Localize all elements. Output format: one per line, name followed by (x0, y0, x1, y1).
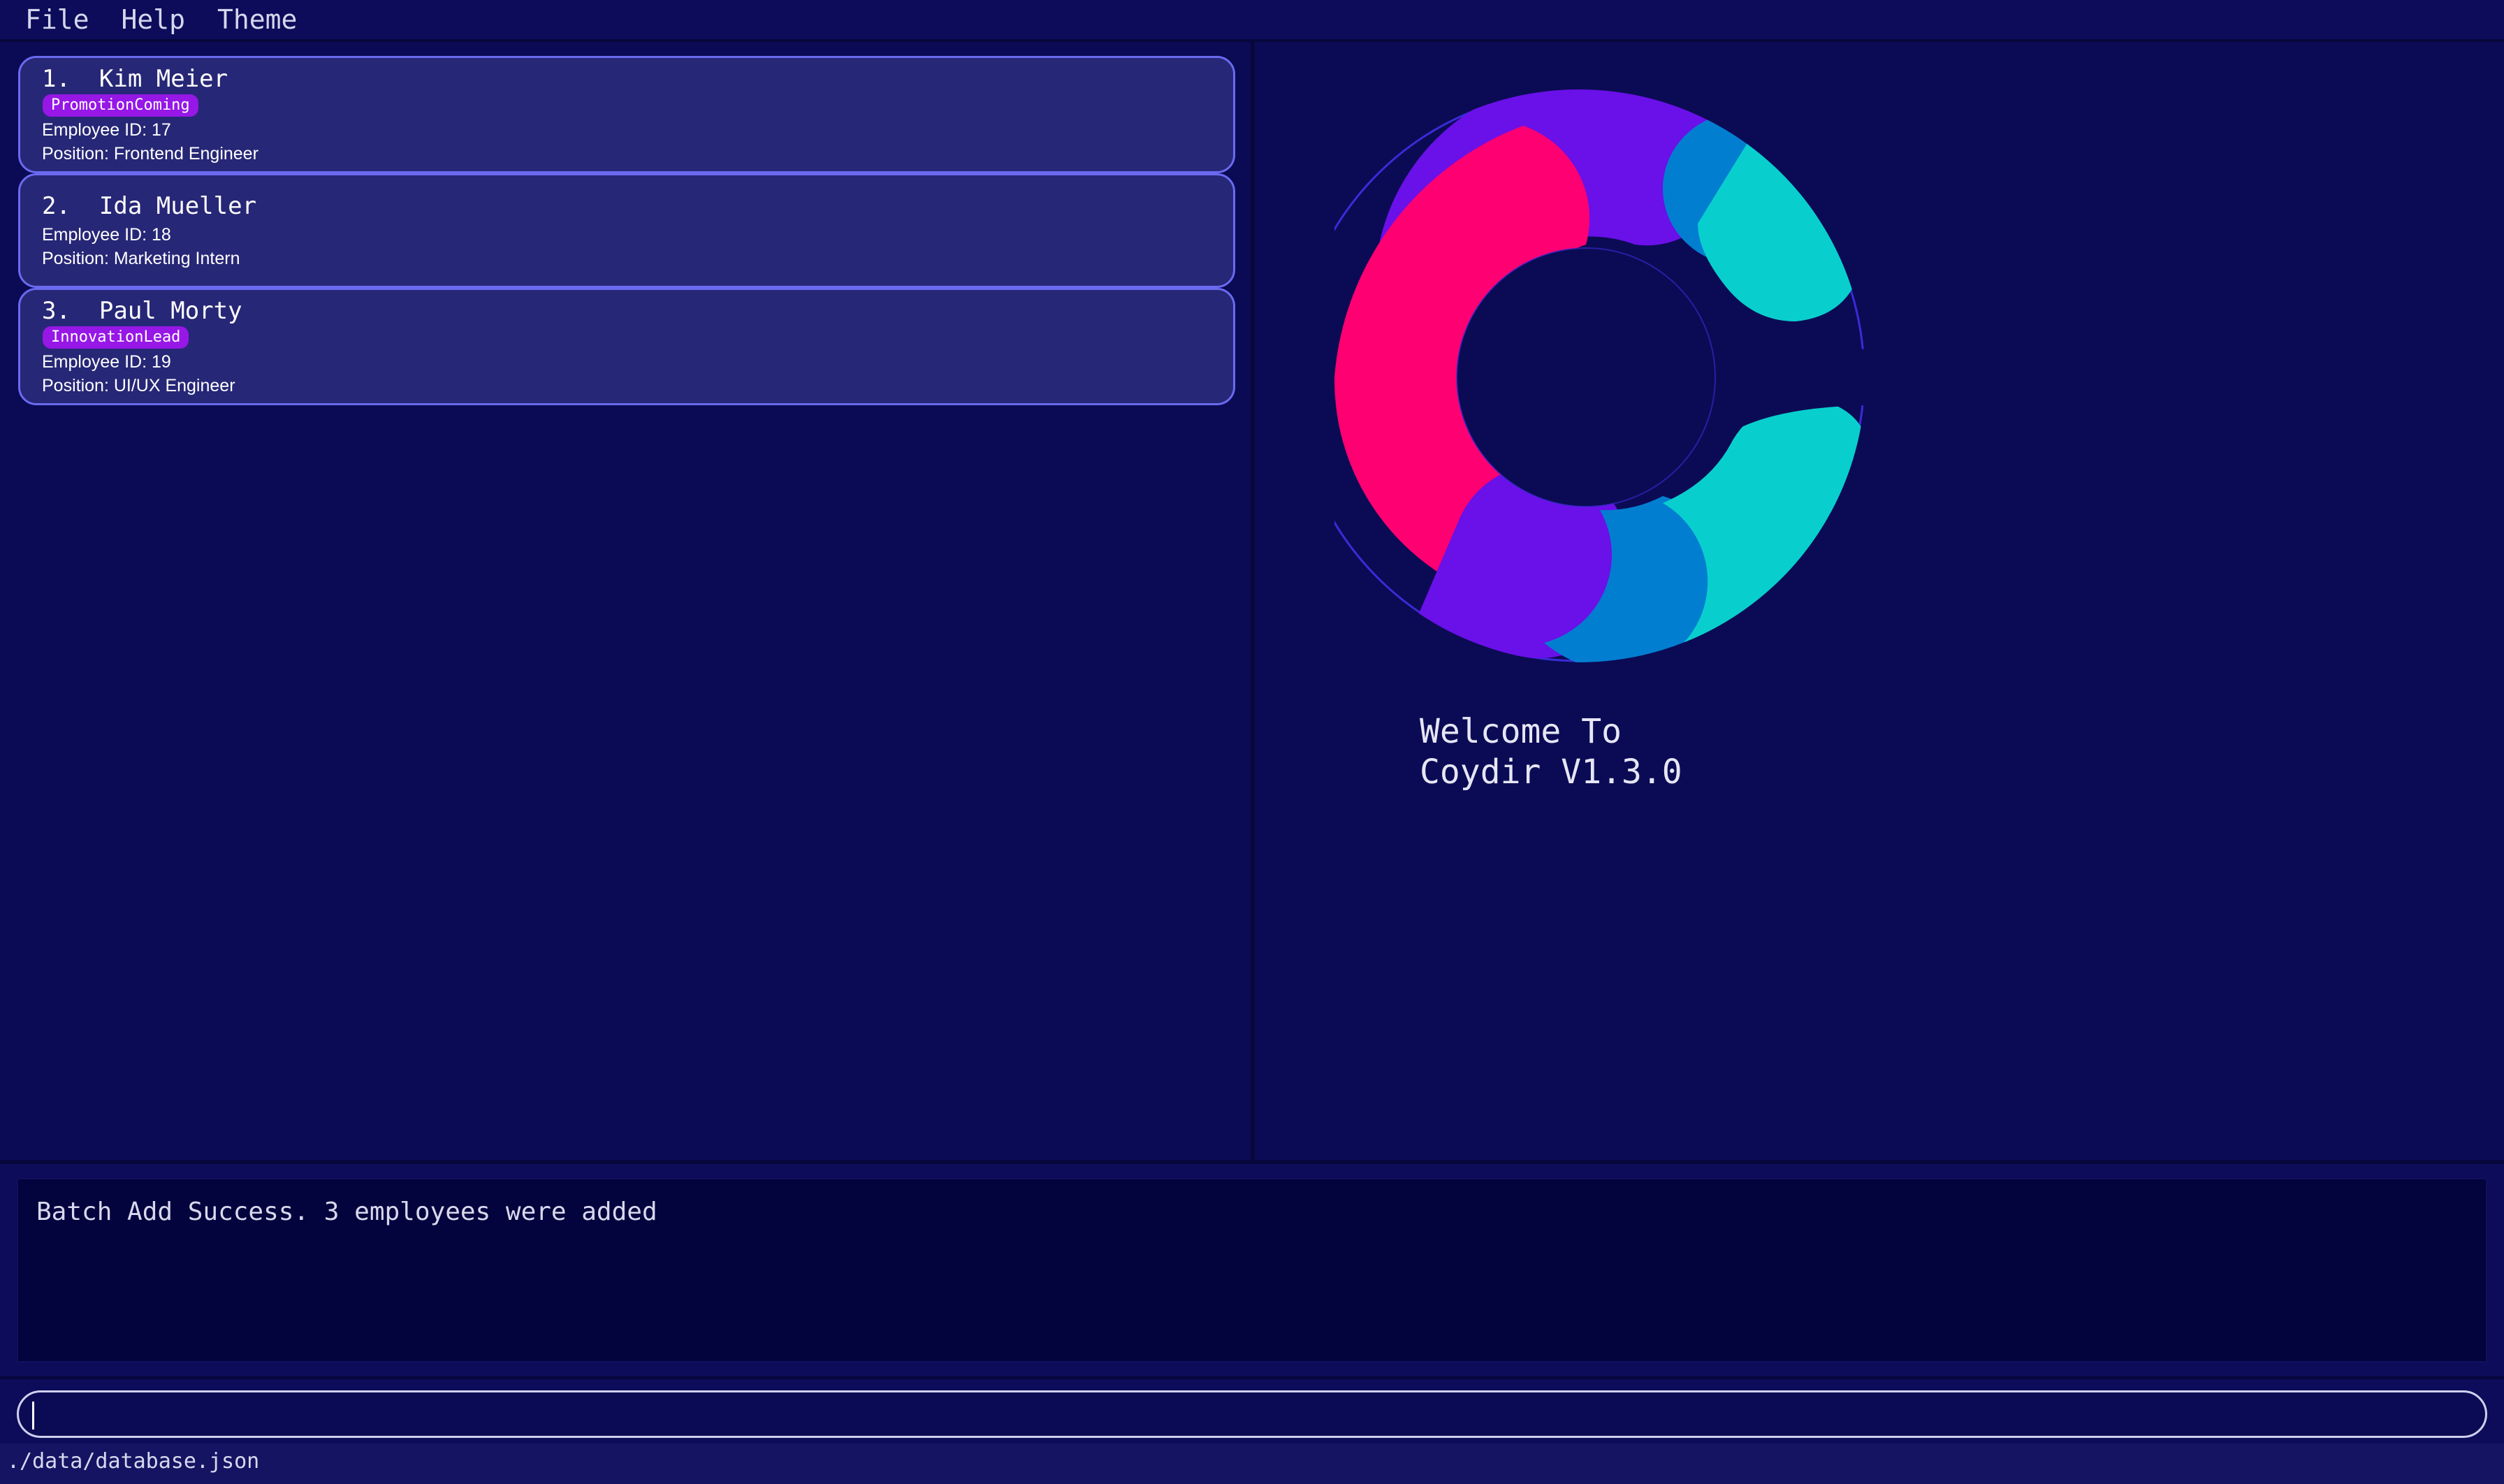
employee-tag: InnovationLead (43, 326, 189, 349)
employee-card[interactable]: 3. Paul Morty InnovationLead Employee ID… (18, 288, 1235, 405)
menu-file[interactable]: File (22, 2, 92, 37)
status-file-path: ./data/database.json (7, 1449, 260, 1474)
employee-name: 2. Ida Mueller (42, 192, 257, 220)
employee-id: Employee ID: 18 (42, 225, 171, 245)
welcome-line-1: Welcome To (1420, 712, 1622, 751)
employee-position: Position: Frontend Engineer (42, 144, 259, 163)
result-display-area: Batch Add Success. 3 employees were adde… (0, 1164, 2504, 1376)
employee-name: 1. Kim Meier (42, 65, 228, 93)
employee-position: Position: Marketing Intern (42, 249, 240, 268)
welcome-line-2: Coydir V1.3.0 (1420, 752, 1682, 792)
employee-id: Employee ID: 19 (42, 352, 171, 372)
employee-id: Employee ID: 17 (42, 120, 171, 140)
app-window: File Help Theme 1. Kim Meier PromotionCo… (0, 0, 2504, 1484)
text-caret (32, 1402, 34, 1430)
menu-bar: File Help Theme (0, 0, 2504, 42)
coydir-logo-icon (1334, 89, 1865, 662)
status-bar: ./data/database.json (0, 1443, 2504, 1484)
employee-card[interactable]: 2. Ida Mueller Employee ID: 18 Position:… (18, 173, 1235, 288)
employee-name: 3. Paul Morty (42, 297, 242, 325)
employee-position: Position: UI/UX Engineer (42, 376, 235, 395)
command-box-area (0, 1376, 2504, 1446)
result-message: Batch Add Success. 3 employees were adde… (36, 1198, 657, 1226)
employee-card[interactable]: 1. Kim Meier PromotionComing Employee ID… (18, 56, 1235, 173)
menu-help[interactable]: Help (119, 2, 189, 37)
menu-theme[interactable]: Theme (214, 2, 300, 37)
employee-list-panel[interactable]: 1. Kim Meier PromotionComing Employee ID… (3, 42, 1255, 1160)
employee-tag: PromotionComing (43, 94, 198, 117)
welcome-panel: Welcome To Coydir V1.3.0 (1255, 42, 2501, 1160)
result-display[interactable]: Batch Add Success. 3 employees were adde… (17, 1178, 2487, 1362)
command-input[interactable] (17, 1390, 2487, 1438)
